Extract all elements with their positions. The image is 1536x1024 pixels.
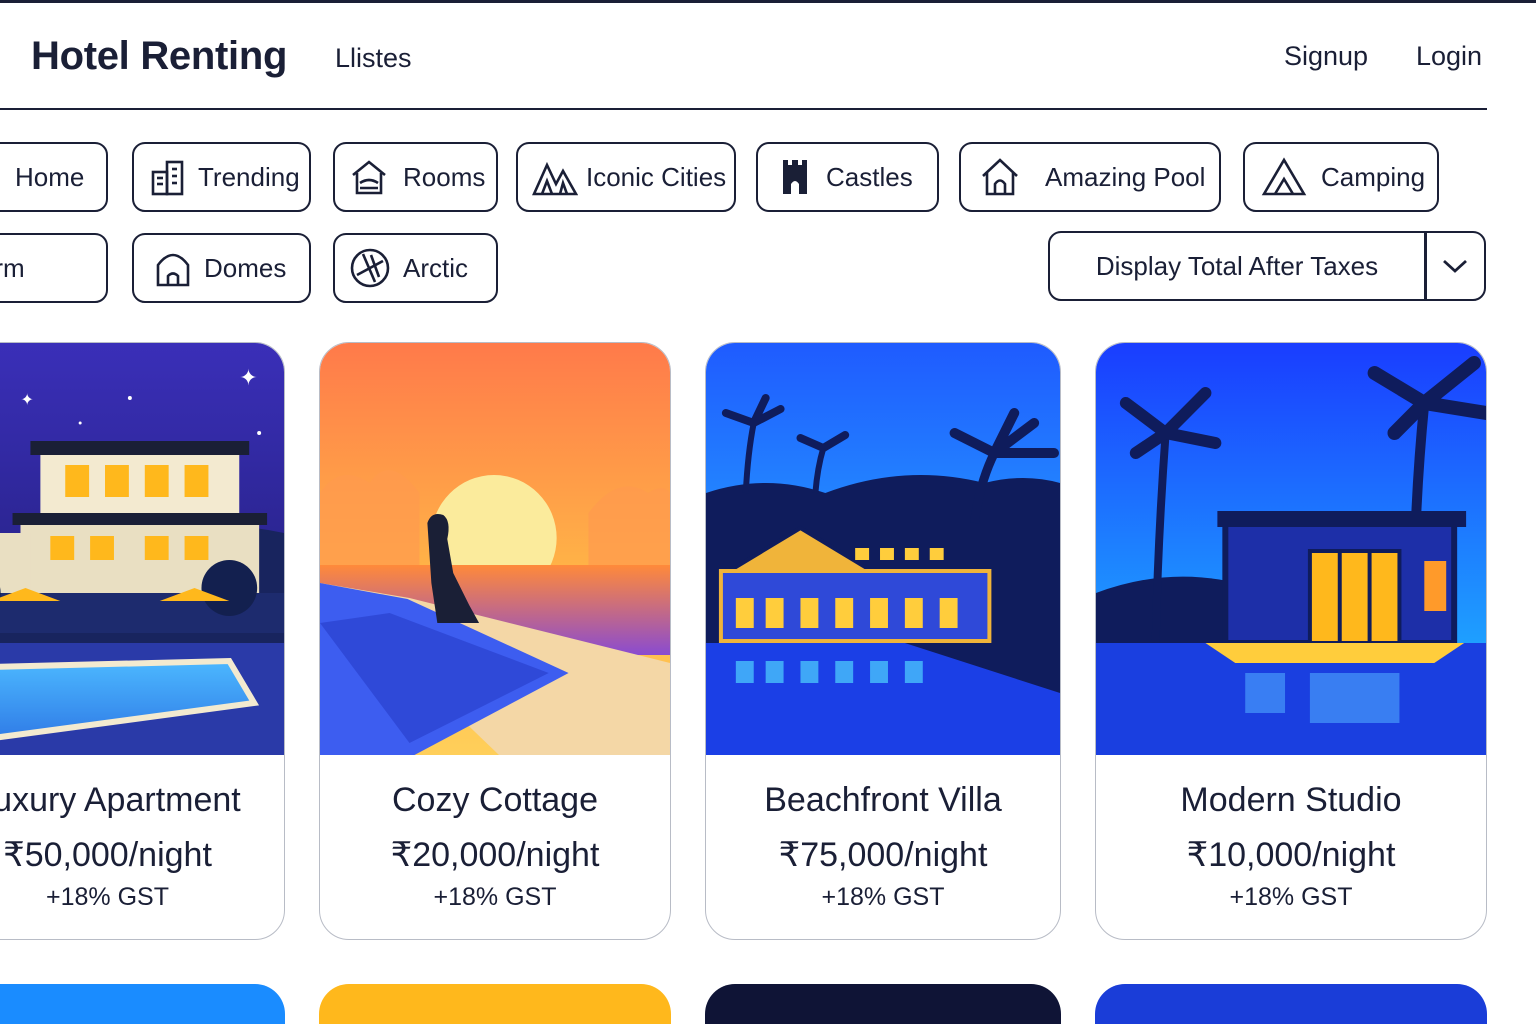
filter-chip-camping[interactable]: Camping: [1243, 142, 1439, 212]
listing-title: Luxury Apartment: [0, 781, 241, 819]
listing-card-cozy-cottage[interactable]: Cozy Cottage ₹20,000/night +18% GST: [319, 342, 671, 940]
top-border: [0, 0, 1536, 3]
listing-card-next-1[interactable]: [0, 984, 285, 1024]
listing-title: Modern Studio: [1180, 781, 1402, 819]
listing-tax: +18% GST: [46, 883, 169, 911]
listing-info: Luxury Apartment ₹50,000/night +18% GST: [0, 755, 284, 939]
tent-icon: [1261, 157, 1307, 196]
filter-label: Amazing Pool: [1045, 161, 1206, 192]
listing-card-luxury-apartment[interactable]: ✦ ✦ Luxury Apartment ₹50,000/night +18% …: [0, 342, 285, 940]
brand-logo[interactable]: Hotel Renting: [31, 34, 287, 79]
listing-price: ₹75,000/night: [778, 836, 988, 874]
svg-text:✦: ✦: [239, 366, 257, 391]
listing-image: [706, 343, 1060, 755]
listing-card-next-3[interactable]: [705, 984, 1061, 1024]
listing-price: ₹50,000/night: [3, 836, 212, 874]
mountain-icon: [532, 161, 578, 196]
listing-image: [320, 343, 670, 755]
listing-price: ₹10,000/night: [1186, 836, 1396, 874]
listing-card-next-4[interactable]: [1095, 984, 1487, 1024]
castle-icon: [783, 160, 807, 194]
listing-title: Cozy Cottage: [392, 781, 598, 819]
listing-tax: +18% GST: [1229, 883, 1353, 911]
listing-tax: +18% GST: [433, 883, 557, 911]
tax-toggle-label: Display Total After Taxes: [1095, 250, 1379, 281]
dome-icon: [156, 253, 190, 287]
display-total-after-taxes-toggle[interactable]: Display Total After Taxes: [1048, 231, 1486, 301]
listing-image: ✦ ✦: [0, 343, 284, 755]
listing-image: [1096, 343, 1486, 755]
listing-card-beachfront-villa[interactable]: Beachfront Villa ₹75,000/night +18% GST: [705, 342, 1061, 940]
bed-icon: [352, 160, 386, 195]
listing-info: Modern Studio ₹10,000/night +18% GST: [1096, 755, 1486, 939]
filter-chip-domes[interactable]: Domes: [132, 233, 311, 303]
listing-tax: +18% GST: [821, 883, 945, 911]
filter-chip-amazing-pool[interactable]: Amazing Pool: [959, 142, 1221, 212]
filter-label: Farm: [0, 252, 25, 283]
listing-price: ₹20,000/night: [390, 836, 600, 874]
filter-chip-arctic[interactable]: Arctic: [333, 233, 498, 303]
filter-label: Iconic Cities: [586, 161, 727, 192]
filter-label: Domes: [204, 252, 287, 283]
header-divider: [0, 108, 1487, 110]
nav-listings-link[interactable]: Llistes: [335, 43, 412, 74]
filter-chip-farm[interactable]: Farm: [0, 233, 108, 303]
filter-label: Arctic: [403, 252, 468, 283]
filter-chip-home[interactable]: Home: [0, 142, 108, 212]
listing-title: Beachfront Villa: [764, 781, 1002, 819]
filter-chip-iconic-cities[interactable]: Iconic Cities: [516, 142, 736, 212]
filter-label: Home: [15, 161, 85, 192]
svg-text:✦: ✦: [20, 390, 33, 409]
listing-info: Beachfront Villa ₹75,000/night +18% GST: [706, 755, 1060, 939]
filter-label: Rooms: [403, 161, 486, 192]
filter-label: Castles: [826, 161, 913, 192]
chevron-down-icon: [1443, 259, 1468, 273]
filter-label: Trending: [198, 161, 300, 192]
nav-login-link[interactable]: Login: [1416, 41, 1482, 72]
nav-signup-link[interactable]: Signup: [1284, 41, 1368, 72]
filter-label: Camping: [1321, 161, 1426, 192]
listing-info: Cozy Cottage ₹20,000/night +18% GST: [320, 755, 670, 939]
listing-card-modern-studio[interactable]: Modern Studio ₹10,000/night +18% GST: [1095, 342, 1487, 940]
filter-chip-trending[interactable]: Trending: [132, 142, 311, 212]
filter-chip-rooms[interactable]: Rooms: [333, 142, 498, 212]
filter-chip-castles[interactable]: Castles: [756, 142, 939, 212]
building-icon: [151, 160, 184, 196]
snowflake-icon: [350, 248, 390, 288]
listing-card-next-2[interactable]: [319, 984, 671, 1024]
house-icon: [982, 158, 1018, 196]
tax-toggle-dropdown[interactable]: [1427, 258, 1485, 274]
